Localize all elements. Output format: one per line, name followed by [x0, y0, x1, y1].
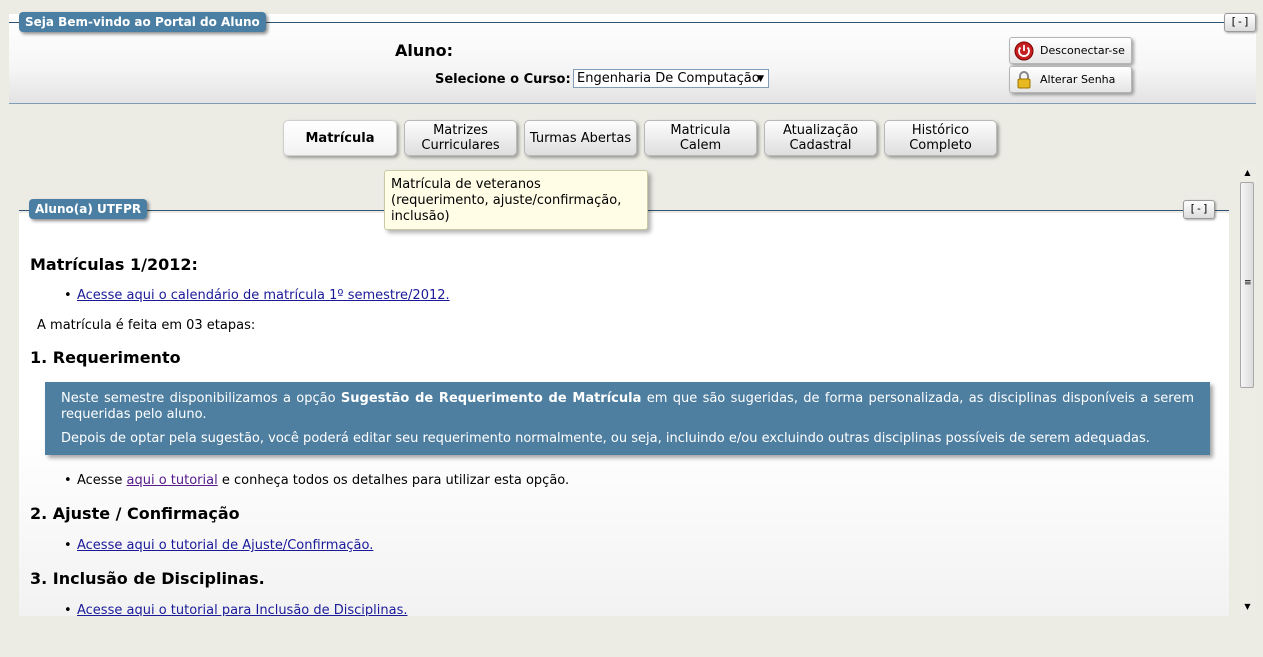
list-item: Acesse aqui o tutorial de Ajuste/Confirm… [64, 538, 373, 553]
content-panel: Matrículas 1/2012: Acesse aqui o calendá… [19, 213, 1229, 616]
header-collapse-button[interactable]: [-] [1224, 13, 1256, 32]
tab-historico-completo[interactable]: Histórico Completo [884, 120, 997, 156]
tab-matrizes-curriculares[interactable]: Matrizes Curriculares [404, 120, 517, 156]
change-password-button[interactable]: Alterar Senha [1009, 66, 1132, 93]
arrow-down-icon[interactable]: ▼ [1239, 598, 1256, 615]
list-item: Acesse aqui o tutorial para Inclusão de … [64, 603, 408, 616]
chevron-down-icon: ▼ [757, 74, 764, 84]
steps-text: A matrícula é feita em 03 etapas: [37, 318, 256, 333]
tab-atualizacao-cadastral[interactable]: Atualização Cadastral [764, 120, 877, 156]
arrow-up-icon[interactable]: ▲ [1239, 164, 1256, 181]
tab-matricula-calem[interactable]: Matricula Calem [644, 120, 757, 156]
curso-label: Selecione o Curso: [435, 72, 571, 87]
step2-title: 2. Ajuste / Confirmação [30, 504, 240, 523]
aluno-label: Aluno: [395, 41, 454, 60]
disconnect-button[interactable]: Desconectar-se [1009, 37, 1132, 64]
content-collapse-button[interactable]: [-] [1183, 200, 1215, 219]
step3-title: 3. Inclusão de Disciplinas. [30, 569, 265, 588]
page-title: Matrículas 1/2012: [30, 255, 198, 274]
info-box: Neste semestre disponibilizamos a opção … [45, 382, 1210, 455]
step1-title: 1. Requerimento [30, 348, 181, 367]
grip-icon: ≡ [1244, 278, 1252, 288]
tab-turmas-abertas[interactable]: Turmas Abertas [524, 120, 637, 156]
step2-link[interactable]: Acesse aqui o tutorial de Ajuste/Confirm… [77, 538, 373, 553]
curso-select-value: Engenharia De Computação [577, 71, 760, 86]
scrollbar[interactable]: ▲ ≡ ▼ [1239, 164, 1256, 615]
list-item: Acesse aqui o calendário de matrícula 1º… [64, 288, 450, 303]
tutorial-link[interactable]: aqui o tutorial [127, 473, 218, 488]
calendar-link[interactable]: Acesse aqui o calendário de matrícula 1º… [77, 288, 450, 303]
change-password-label: Alterar Senha [1040, 73, 1116, 86]
info-paragraph-2: Depois de optar pela sugestão, você pode… [61, 431, 1150, 446]
tooltip: Matrícula de veteranos (requerimento, aj… [384, 170, 648, 230]
tab-matricula[interactable]: Matrícula [283, 120, 397, 156]
list-item: Acesse aqui o tutorial e conheça todos o… [64, 473, 569, 488]
curso-select[interactable]: Engenharia De Computação ▼ [573, 69, 769, 88]
step3-link[interactable]: Acesse aqui o tutorial para Inclusão de … [77, 603, 408, 616]
padlock-icon [1014, 70, 1034, 90]
header-legend: Seja Bem-vindo ao Portal do Aluno [19, 12, 266, 32]
info-paragraph-1: Neste semestre disponibilizamos a opção … [61, 391, 1195, 422]
content-legend: Aluno(a) UTFPR [29, 199, 148, 219]
disconnect-label: Desconectar-se [1040, 44, 1125, 57]
scrollbar-thumb[interactable]: ≡ [1240, 182, 1254, 388]
power-icon [1014, 41, 1034, 61]
